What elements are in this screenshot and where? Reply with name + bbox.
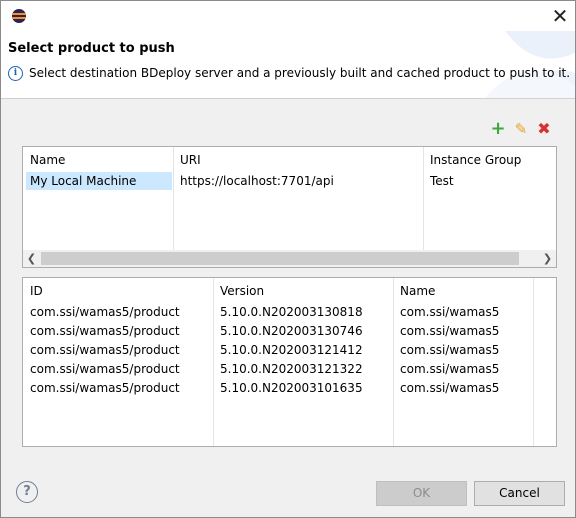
column-separator: [393, 278, 394, 446]
scroll-right-icon[interactable]: ❯: [539, 250, 556, 267]
column-header-name[interactable]: Name: [30, 153, 65, 167]
dialog-title: Select product to push: [8, 41, 175, 56]
product-version-cell[interactable]: 5.10.0.N202003101635: [220, 381, 363, 395]
dialog-message: Select destination BDeploy server and a …: [29, 66, 571, 80]
server-name-cell[interactable]: My Local Machine: [30, 174, 136, 188]
product-id-cell[interactable]: com.ssi/wamas5/product: [30, 362, 180, 376]
product-version-cell[interactable]: 5.10.0.N202003130818: [220, 305, 363, 319]
ok-button[interactable]: OK: [376, 481, 467, 506]
column-separator: [173, 147, 174, 250]
server-group-cell[interactable]: Test: [430, 174, 454, 188]
product-version-cell[interactable]: 5.10.0.N202003121322: [220, 362, 363, 376]
scrollbar-thumb[interactable]: [41, 252, 519, 265]
product-id-cell[interactable]: com.ssi/wamas5/product: [30, 343, 180, 357]
scroll-left-icon[interactable]: ❮: [23, 250, 40, 267]
push-product-dialog: ✕ Select product to push i Select destin…: [0, 0, 576, 518]
horizontal-scrollbar[interactable]: ❮ ❯: [23, 250, 556, 267]
eclipse-icon: [12, 9, 26, 23]
product-id-cell[interactable]: com.ssi/wamas5/product: [30, 381, 180, 395]
delete-server-icon[interactable]: ✖: [536, 121, 552, 137]
cancel-button[interactable]: Cancel: [474, 481, 565, 506]
banner-decoration: [485, 31, 575, 98]
product-id-cell[interactable]: com.ssi/wamas5/product: [30, 305, 180, 319]
server-table[interactable]: Name URI Instance Group My Local Machine…: [22, 146, 557, 268]
product-name-cell[interactable]: com.ssi/wamas5: [400, 305, 499, 319]
product-id-cell[interactable]: com.ssi/wamas5/product: [30, 324, 180, 338]
column-separator: [213, 278, 214, 446]
close-icon[interactable]: ✕: [549, 5, 571, 27]
product-version-cell[interactable]: 5.10.0.N202003130746: [220, 324, 363, 338]
add-server-icon[interactable]: +: [490, 120, 506, 138]
column-header-version[interactable]: Version: [220, 284, 264, 298]
server-uri-cell[interactable]: https://localhost:7701/api: [180, 174, 334, 188]
product-name-cell[interactable]: com.ssi/wamas5: [400, 343, 499, 357]
product-name-cell[interactable]: com.ssi/wamas5: [400, 324, 499, 338]
column-separator: [533, 278, 534, 446]
column-header-uri[interactable]: URI: [180, 153, 201, 167]
column-header-product-name[interactable]: Name: [400, 284, 435, 298]
column-header-instance-group[interactable]: Instance Group: [430, 153, 521, 167]
column-separator: [423, 147, 424, 250]
edit-server-icon[interactable]: ✎: [513, 121, 529, 137]
banner-separator: [1, 98, 575, 99]
help-icon[interactable]: ?: [16, 481, 38, 503]
product-name-cell[interactable]: com.ssi/wamas5: [400, 362, 499, 376]
product-version-cell[interactable]: 5.10.0.N202003121412: [220, 343, 363, 357]
title-bar: ✕: [1, 1, 575, 31]
info-icon: i: [8, 66, 23, 81]
product-name-cell[interactable]: com.ssi/wamas5: [400, 381, 499, 395]
product-table[interactable]: ID Version Name com.ssi/wamas5/product 5…: [22, 277, 557, 447]
column-header-id[interactable]: ID: [30, 284, 43, 298]
dialog-banner: Select product to push i Select destinat…: [1, 31, 575, 98]
